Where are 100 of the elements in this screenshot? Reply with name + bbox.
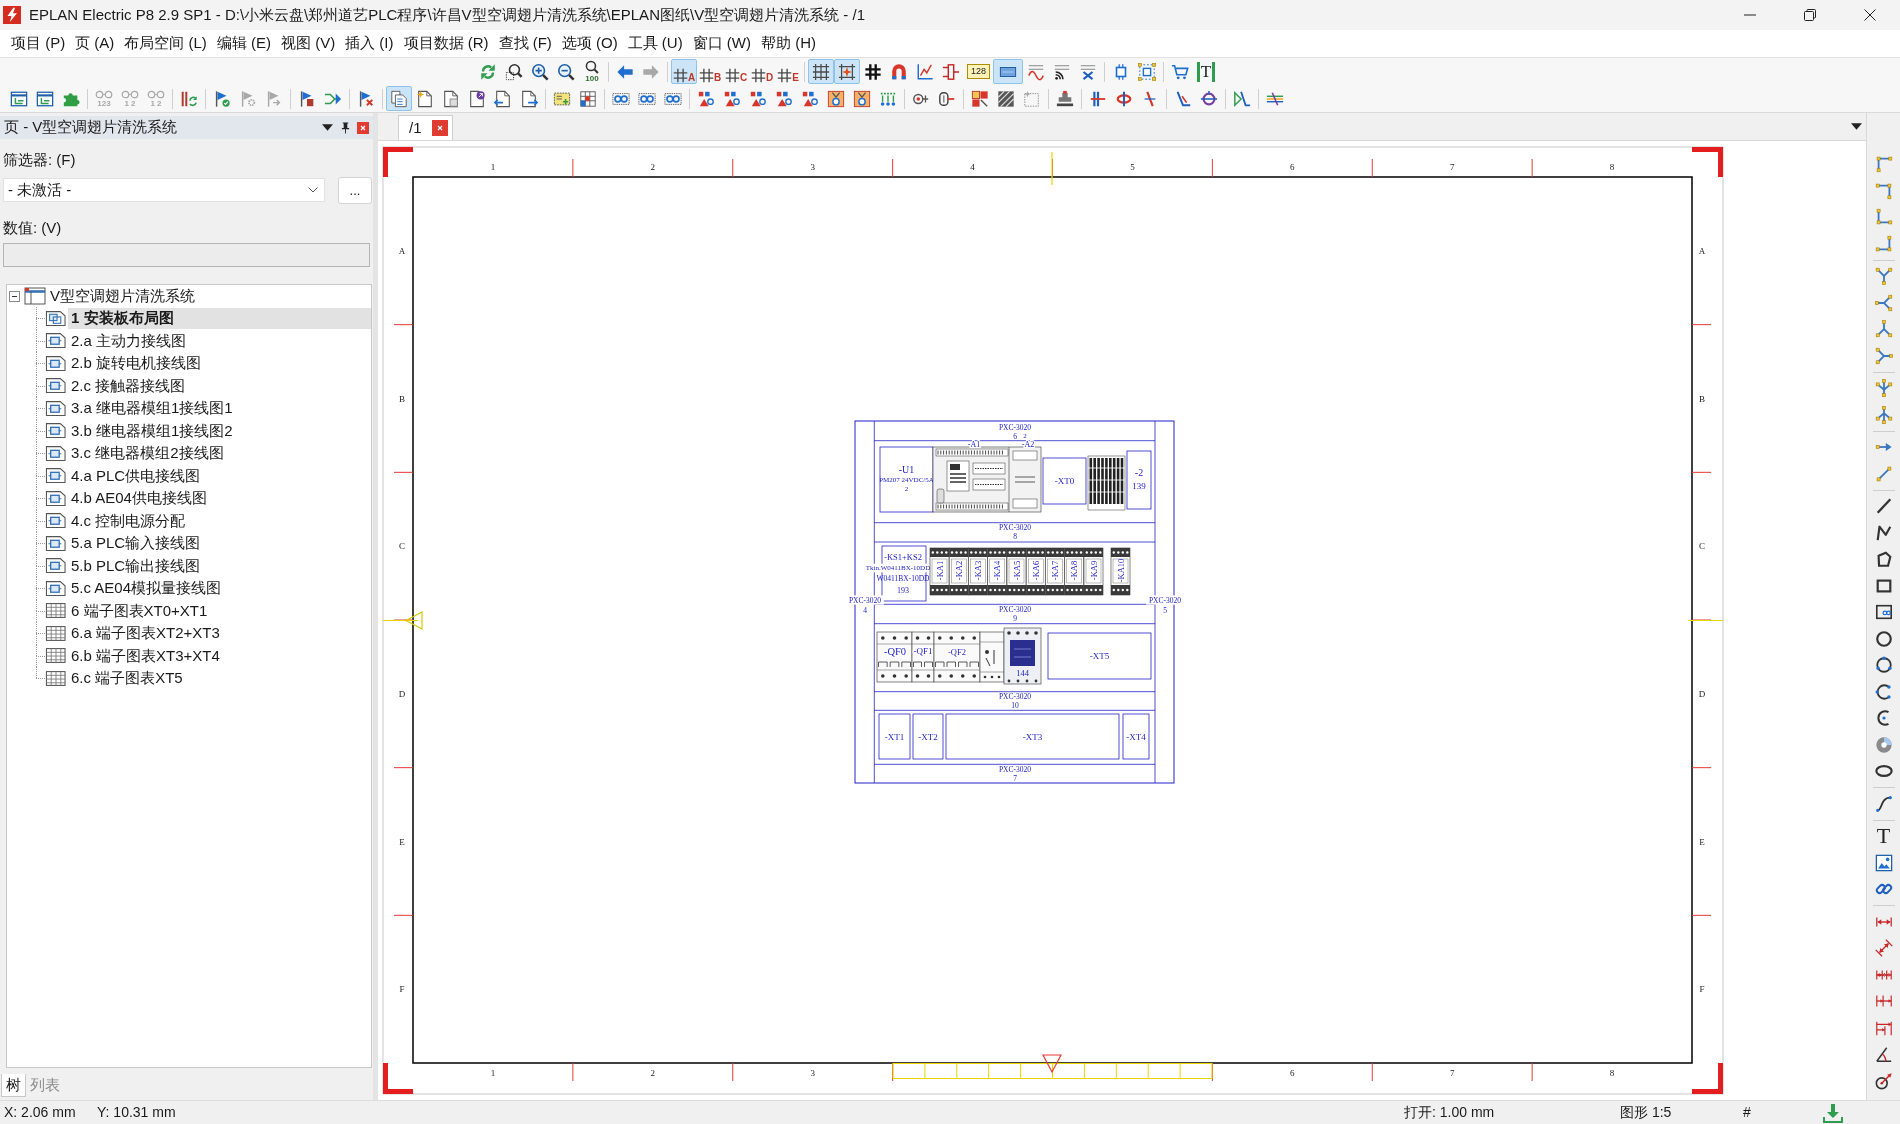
close-icon[interactable] (357, 121, 369, 134)
tree-item[interactable]: 5.b PLC输出接线图 (68, 555, 371, 576)
tree-item[interactable]: V型空调翅片清洗系统 (50, 285, 195, 308)
grid-icon (750, 68, 766, 83)
grid-button[interactable]: B (697, 59, 723, 84)
radius-dimension-icon (1874, 1071, 1893, 1090)
device-label: -U1 (898, 463, 915, 475)
tree-item[interactable]: 2.b 旋转电机接线图 (68, 353, 371, 374)
panel-tab[interactable]: 树 (1, 1074, 26, 1097)
tree-item[interactable]: 6 端子图表XT0+XT1 (68, 600, 371, 621)
tree-item[interactable]: 2.c 接触器接线图 (68, 375, 371, 396)
line-icon (1874, 497, 1893, 516)
grid-icon (724, 68, 740, 83)
magnifier-icon (585, 60, 599, 74)
row-letter: C (1699, 541, 1705, 552)
menu-item[interactable]: 帮助 (H) (756, 32, 821, 55)
relay-drawing (1006, 547, 1027, 596)
device-label: -KA1 (934, 560, 945, 581)
browse-button[interactable]: ... (338, 176, 372, 204)
page-icon (45, 489, 67, 507)
dashed-box-icon (1023, 89, 1041, 108)
grid-button[interactable] (808, 59, 834, 84)
grid-snap-button[interactable] (834, 59, 860, 84)
flag-badge-icon (213, 89, 231, 108)
symbol-tile-icon (853, 89, 871, 108)
column-number: 5 (1130, 162, 1135, 172)
dropdown-icon[interactable] (1851, 123, 1862, 130)
menu-item[interactable]: 工具 (U) (622, 32, 688, 55)
dropdown-icon[interactable] (322, 124, 333, 131)
menu-item[interactable]: 页 (A) (70, 32, 120, 55)
menu-item[interactable]: 编辑 (E) (211, 32, 276, 55)
menu-item[interactable]: 查找 (F) (493, 32, 557, 55)
symbol-pair-icon (697, 89, 715, 108)
row-letter: E (1699, 836, 1705, 847)
download-icon[interactable] (1823, 1102, 1843, 1123)
restore-icon (1804, 9, 1816, 21)
tree-item[interactable]: 5.a PLC输入接线图 (68, 533, 371, 554)
menu-item[interactable]: 窗口 (W) (687, 32, 756, 55)
filter-dropdown[interactable]: - 未激活 - (3, 178, 325, 202)
angle-icon (1174, 89, 1192, 108)
status-text: # (1743, 1103, 1752, 1122)
pin-icon[interactable] (341, 121, 350, 134)
tree-item[interactable]: 2.a 主动力接线图 (68, 330, 371, 351)
grid-icon (672, 68, 688, 83)
page-icon (45, 444, 67, 462)
tree-item[interactable]: 6.b 端子图表XT3+XT4 (68, 645, 371, 666)
tree-item[interactable]: 4.a PLC供电接线图 (68, 465, 371, 486)
menu-item[interactable]: 选项 (O) (556, 32, 623, 55)
pages-button[interactable] (386, 86, 412, 111)
menu-item[interactable]: 插入 (I) (340, 32, 399, 55)
text-frame-button[interactable]: T (1197, 61, 1215, 82)
menu-item[interactable]: 项目 (P) (6, 32, 71, 55)
menu-item[interactable]: 布局空间 (L) (119, 32, 212, 55)
field-button[interactable] (993, 59, 1023, 84)
corner-connection-icon (1874, 181, 1893, 200)
tee-connection-icon (1874, 267, 1893, 286)
tree-item[interactable]: 3.b 继电器模组1接线图2 (68, 420, 371, 441)
refresh-icon (479, 62, 497, 81)
zoom-window-icon (505, 62, 523, 81)
device-label: -XT5 (1089, 651, 1110, 661)
arc-points-icon (1874, 682, 1893, 701)
tree-item[interactable]: 4.c 控制电源分配 (68, 510, 371, 531)
tree-item[interactable]: 6.a 端子图表XT2+XT3 (68, 623, 371, 644)
tree-item[interactable]: 1 安装板布局图 (68, 308, 371, 329)
grid-button[interactable]: E (775, 59, 801, 84)
page-forward-icon (520, 89, 538, 108)
tee-connection-icon (1874, 293, 1893, 312)
text-tool-button[interactable]: T (1869, 823, 1898, 850)
counter-button[interactable]: 128 (967, 64, 990, 79)
tee-connection-icon (1874, 346, 1893, 365)
page-icon (45, 557, 67, 575)
zoom-in-icon (531, 62, 549, 81)
grid-button[interactable]: D (749, 59, 775, 84)
contactor-drawing (1003, 627, 1042, 685)
corner-connection-icon (1874, 155, 1893, 174)
lightning-logo-icon (3, 6, 21, 24)
switch-module-drawing (979, 631, 1005, 683)
row-letter: D (398, 688, 406, 699)
document-tab[interactable]: /1 (398, 115, 453, 140)
page-icon (45, 467, 67, 485)
zoom-full-button[interactable]: 100 (579, 59, 605, 84)
close-icon[interactable] (431, 120, 448, 136)
grid-button[interactable]: A (671, 59, 697, 84)
circles-icon (147, 89, 165, 99)
collapse-toggle-icon[interactable] (9, 290, 20, 302)
row-letter: B (399, 393, 405, 404)
chart-icon (916, 62, 934, 81)
circles-icon (121, 89, 139, 99)
magnet-icon (890, 62, 908, 81)
device-label: -XT0 (1054, 476, 1075, 486)
menu-item[interactable]: 项目数据 (R) (398, 32, 494, 55)
device-label: -A2 (1021, 439, 1035, 449)
tree-item[interactable]: 4.b AE04供电接线图 (68, 488, 371, 509)
menu-item[interactable]: 视图 (V) (276, 32, 341, 55)
tree-item[interactable]: 6.c 端子图表XT5 (68, 668, 371, 689)
tree-item[interactable]: 5.c AE04模拟量接线图 (68, 578, 371, 599)
tree-item[interactable]: 3.a 继电器模组1接线图1 (68, 398, 371, 419)
component-outline (1122, 713, 1150, 760)
grid-button[interactable]: C (723, 59, 749, 84)
tree-item[interactable]: 3.c 继电器模组2接线图 (68, 443, 371, 464)
